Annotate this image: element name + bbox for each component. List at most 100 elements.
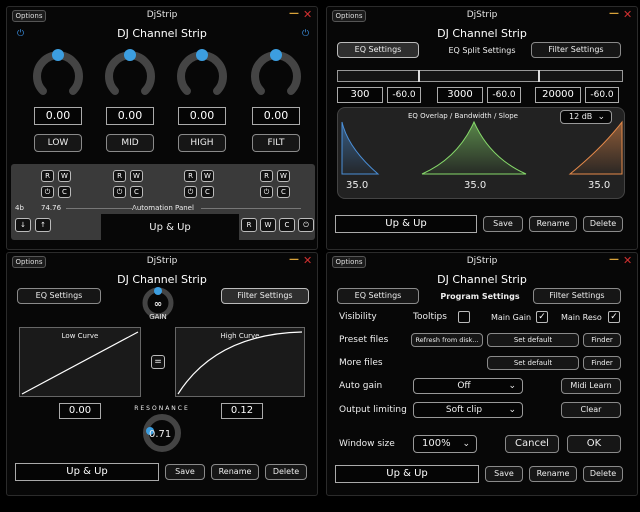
tab-eq-settings[interactable]: EQ Settings [337,42,419,58]
low-curve-value[interactable]: 0.00 [59,403,101,419]
close-icon[interactable]: ✕ [303,254,312,267]
eq-graph[interactable]: EQ Overlap / Bandwidth / Slope 12 dB ⌄ 3… [337,107,625,199]
read-button[interactable]: R [113,170,126,182]
mid-knob[interactable] [105,49,155,99]
main-gain-checkbox[interactable]: ✓ [536,311,548,323]
filter-knob[interactable] [251,49,301,99]
set-default-button[interactable]: Set default [487,356,579,370]
ok-button[interactable]: OK [567,435,621,453]
read-button[interactable]: R [41,170,54,182]
tooltips-checkbox[interactable] [458,311,470,323]
delete-button[interactable]: Delete [265,464,307,480]
read-button[interactable]: R [184,170,197,182]
main-reso-checkbox[interactable]: ✓ [608,311,620,323]
slope-value-2[interactable]: 35.0 [464,180,486,191]
low-curve-graph[interactable]: Low Curve [19,327,141,397]
clear-button[interactable]: C [277,186,290,198]
clear-button[interactable]: C [58,186,71,198]
clear-button[interactable]: Clear [561,402,621,418]
mid-button[interactable]: MID [106,134,154,152]
minimize-icon[interactable]: — [289,254,299,265]
read-button[interactable]: R [241,218,257,232]
low-knob[interactable] [33,49,83,99]
split-gain-1[interactable]: -60.0 [387,87,421,103]
minimize-icon[interactable]: — [289,8,299,19]
cancel-button[interactable]: Cancel [505,435,559,453]
power-icon[interactable]: ⏻ [298,218,314,232]
split-freq-3[interactable]: 20000 [535,87,581,103]
write-button[interactable]: W [201,170,214,182]
finder-button[interactable]: Finder [583,356,621,370]
tab-eq-settings[interactable]: EQ Settings [337,288,419,304]
close-icon[interactable]: ✕ [623,254,632,267]
split-handle[interactable] [538,70,540,82]
write-button[interactable]: W [130,170,143,182]
preset-name[interactable]: Up & Up [15,463,159,481]
clear-button[interactable]: C [130,186,143,198]
split-handle[interactable] [418,70,420,82]
split-slider[interactable] [337,70,623,82]
split-gain-3[interactable]: -60.0 [585,87,619,103]
rename-button[interactable]: Rename [529,216,577,232]
rename-button[interactable]: Rename [529,466,577,482]
rename-button[interactable]: Rename [211,464,259,480]
delete-button[interactable]: Delete [583,466,623,482]
finder-button[interactable]: Finder [583,333,621,347]
preset-name[interactable]: Up & Up [335,215,477,233]
split-gain-2[interactable]: -60.0 [487,87,521,103]
arrow-up-icon[interactable]: ↑ [35,218,51,232]
slope-value-3[interactable]: 35.0 [588,180,610,191]
refresh-button[interactable]: Refresh from disk... [411,333,483,347]
write-button[interactable]: W [58,170,71,182]
write-button[interactable]: W [260,218,276,232]
low-value[interactable]: 0.00 [34,107,82,125]
slope-dropdown[interactable]: 12 dB ⌄ [560,110,612,124]
auto-gain-label: Auto gain [339,381,383,391]
set-default-button[interactable]: Set default [487,333,579,347]
power-icon[interactable]: ⏻ [260,186,273,198]
auto-gain-dropdown[interactable]: Off ⌄ [413,378,523,394]
low-button[interactable]: LOW [34,134,82,152]
link-button[interactable]: = [151,355,165,369]
power-icon[interactable]: ⏻ [302,29,309,39]
high-knob[interactable] [177,49,227,99]
save-button[interactable]: Save [485,466,523,482]
split-freq-1[interactable]: 300 [337,87,383,103]
power-icon[interactable]: ⏻ [184,186,197,198]
arrow-down-icon[interactable]: ↓ [15,218,31,232]
power-icon[interactable]: ⏻ [113,186,126,198]
filter-value[interactable]: 0.00 [252,107,300,125]
mid-value[interactable]: 0.00 [106,107,154,125]
close-icon[interactable]: ✕ [623,8,632,21]
midi-learn-button[interactable]: Midi Learn [561,378,621,394]
window-size-dropdown[interactable]: 100% ⌄ [413,435,477,453]
split-freq-2[interactable]: 3000 [437,87,483,103]
high-button[interactable]: HIGH [178,134,226,152]
write-button[interactable]: W [277,170,290,182]
close-icon[interactable]: ✕ [303,8,312,21]
high-curve-value[interactable]: 0.12 [221,403,263,419]
power-icon[interactable]: ⏻ [41,186,54,198]
clear-button[interactable]: C [279,218,295,232]
power-icon[interactable]: ⏻ [17,29,24,39]
tab-filter-settings[interactable]: Filter Settings [531,42,621,58]
save-button[interactable]: Save [483,216,523,232]
high-value[interactable]: 0.00 [178,107,226,125]
tab-filter-settings[interactable]: Filter Settings [533,288,621,304]
preset-name[interactable]: Up & Up [335,465,479,483]
tab-eq-settings[interactable]: EQ Settings [17,288,101,304]
tab-filter-settings[interactable]: Filter Settings [221,288,309,304]
delete-button[interactable]: Delete [583,216,623,232]
clear-button[interactable]: C [201,186,214,198]
minimize-icon[interactable]: — [609,8,619,19]
save-button[interactable]: Save [165,464,205,480]
output-limiting-dropdown[interactable]: Soft clip ⌄ [413,402,523,418]
preset-name[interactable]: Up & Up [101,222,239,233]
high-curve-graph[interactable]: High Curve [175,327,305,397]
slope-value-1[interactable]: 35.0 [346,180,368,191]
minimize-icon[interactable]: — [609,254,619,265]
filter-button[interactable]: FILT [252,134,300,152]
read-button[interactable]: R [260,170,273,182]
filter-settings-window: Options DjStrip — ✕ DJ Channel Strip EQ … [6,252,318,496]
automation-panel: R W ⏻ C R W ⏻ C R W ⏻ C R W ⏻ C 4b 74.76… [11,164,315,240]
